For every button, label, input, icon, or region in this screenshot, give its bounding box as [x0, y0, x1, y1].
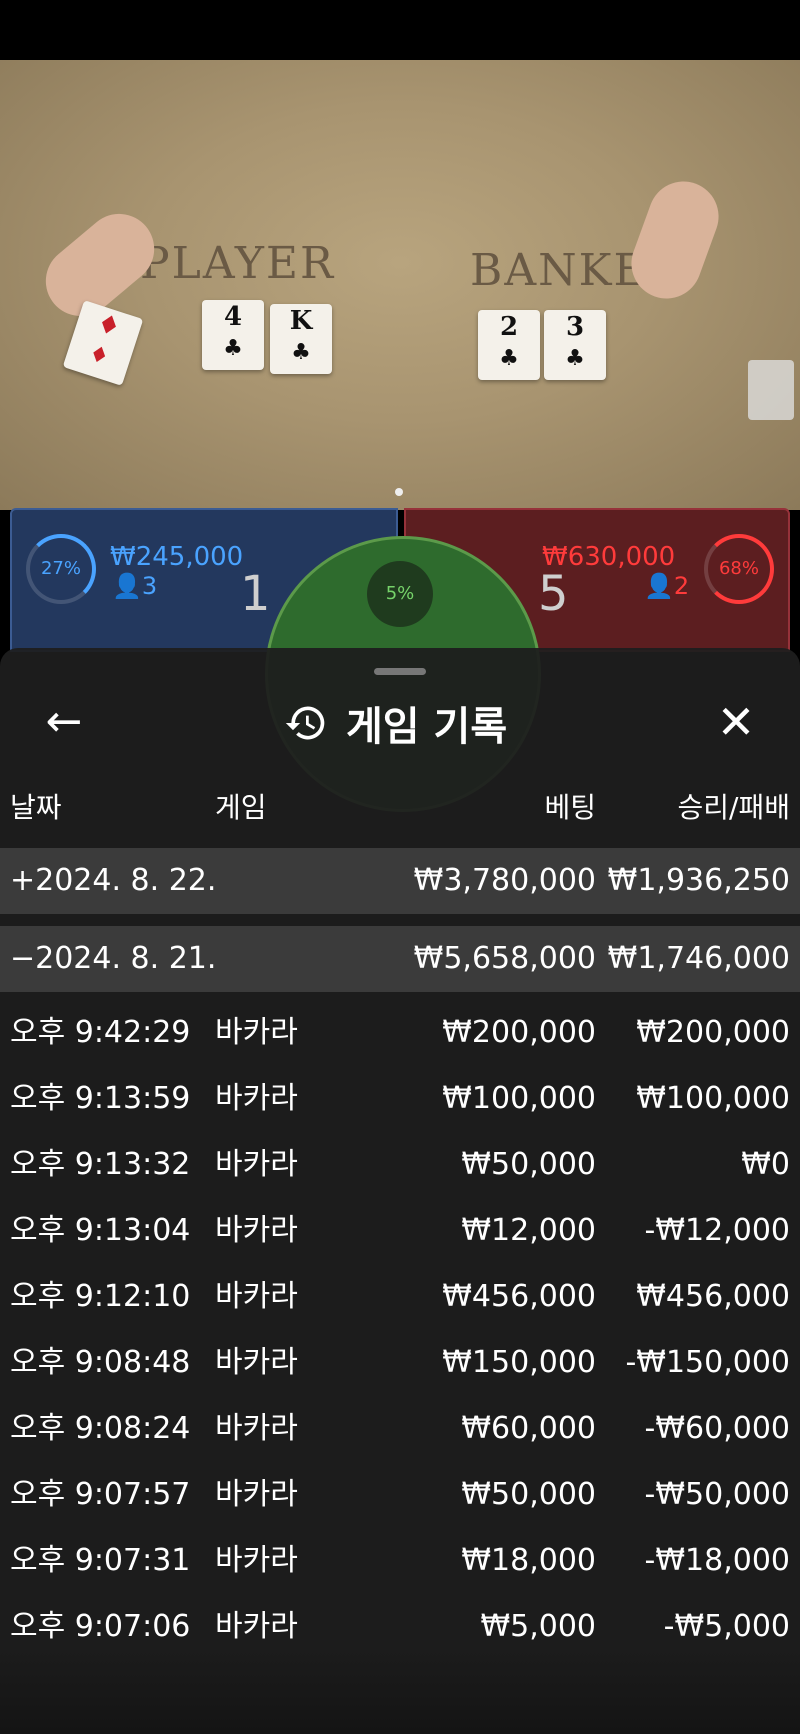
row-result: ₩0	[741, 1147, 790, 1182]
row-bet: ₩50,000	[461, 1147, 596, 1182]
row-result: ₩200,000	[636, 1015, 790, 1050]
banker-bettor-count: 👤2	[644, 572, 690, 600]
game-history-sheet: ← 게임 기록 ✕ 날짜 게임 베팅 승리/패배 +2024. 8. 22. ₩…	[0, 648, 800, 1734]
row-time: 오후 9:07:57	[10, 1477, 191, 1512]
header-date: 날짜	[10, 791, 62, 824]
banker-card-1: 2 ♣	[478, 310, 540, 380]
row-result: -₩60,000	[644, 1411, 790, 1446]
arrow-left-icon: ←	[45, 696, 83, 747]
table-row[interactable]: 오후 9:07:57 바카라 ₩50,000 -₩50,000	[0, 1462, 800, 1528]
table-row[interactable]: 오후 9:12:10 바카라 ₩456,000 ₩456,000	[0, 1264, 800, 1330]
row-bet: ₩150,000	[442, 1345, 596, 1380]
row-game: 바카라	[215, 1477, 298, 1512]
row-result: ₩100,000	[636, 1081, 790, 1116]
close-icon: ✕	[716, 695, 756, 749]
history-title-wrap: 게임 기록	[284, 696, 507, 750]
row-game: 바카라	[215, 1543, 298, 1578]
status-bar	[0, 0, 800, 60]
player-percent: 27%	[40, 558, 81, 579]
row-bet: ₩18,000	[461, 1543, 596, 1578]
row-time: 오후 9:13:59	[10, 1081, 191, 1116]
player-felt-label: PLAYER	[140, 238, 336, 289]
row-bet: ₩60,000	[461, 1411, 596, 1446]
banker-percent: 68%	[718, 558, 759, 579]
row-game: 바카라	[215, 1345, 298, 1380]
row-game: 바카라	[215, 1147, 298, 1182]
row-result: -₩12,000	[644, 1213, 790, 1248]
row-bet: ₩100,000	[442, 1081, 596, 1116]
banker-card-2: 3 ♣	[544, 310, 606, 380]
row-game: 바카라	[215, 1411, 298, 1446]
row-bet: ₩200,000	[442, 1015, 596, 1050]
header-game: 게임	[215, 791, 267, 824]
drag-handle[interactable]	[374, 668, 426, 675]
row-result: -₩150,000	[625, 1345, 790, 1380]
row-game: 바카라	[215, 1015, 298, 1050]
row-bet: ₩456,000	[442, 1279, 596, 1314]
group-result: ₩1,936,250	[607, 863, 790, 898]
row-game: 바카라	[215, 1213, 298, 1248]
group-date: −2024. 8. 21.	[10, 941, 217, 976]
player-card-2: K ♣	[270, 304, 332, 374]
row-result: -₩50,000	[644, 1477, 790, 1512]
group-date: +2024. 8. 22.	[10, 863, 217, 898]
group-bet: ₩3,780,000	[413, 863, 596, 898]
live-video-feed: PLAYER BANKER ♦ ♦ 4 ♣ K ♣ 2 ♣ 3 ♣	[0, 60, 800, 510]
table-row[interactable]: 오후 9:13:04 바카라 ₩12,000 -₩12,000	[0, 1198, 800, 1264]
video-center-dot	[395, 488, 403, 496]
row-time: 오후 9:42:29	[10, 1015, 191, 1050]
back-button[interactable]: ←	[40, 698, 88, 746]
row-game: 바카라	[215, 1081, 298, 1116]
table-header: 날짜 게임 베팅 승리/패배	[0, 786, 800, 828]
person-icon: 👤	[112, 572, 142, 600]
table-row[interactable]: 오후 9:42:29 바카라 ₩200,000 ₩200,000	[0, 1000, 800, 1066]
header-result: 승리/패배	[677, 791, 790, 824]
tie-percent: 5%	[367, 561, 433, 627]
card-shoe	[748, 360, 794, 420]
row-time: 오후 9:08:24	[10, 1411, 191, 1446]
row-result: ₩456,000	[636, 1279, 790, 1314]
player-card-1: 4 ♣	[202, 300, 264, 370]
close-button[interactable]: ✕	[712, 698, 760, 746]
row-time: 오후 9:13:04	[10, 1213, 191, 1248]
player-score: 1	[240, 566, 271, 622]
banker-percent-ring: 68%	[704, 534, 774, 604]
header-bet: 베팅	[544, 791, 596, 824]
table-row[interactable]: 오후 9:08:48 바카라 ₩150,000 -₩150,000	[0, 1330, 800, 1396]
history-icon	[285, 706, 325, 740]
player-percent-ring: 27%	[26, 534, 96, 604]
row-game: 바카라	[215, 1279, 298, 1314]
group-result: ₩1,746,000	[607, 941, 790, 976]
row-time: 오후 9:07:31	[10, 1543, 191, 1578]
table-row[interactable]: 오후 9:13:32 바카라 ₩50,000 ₩0	[0, 1132, 800, 1198]
list-fade-overlay	[0, 1648, 800, 1734]
player-bet-amount: ₩245,000	[110, 542, 244, 572]
person-icon: 👤	[644, 572, 674, 600]
player-bettor-count: 👤3	[112, 572, 158, 600]
table-row[interactable]: 오후 9:07:31 바카라 ₩18,000 -₩18,000	[0, 1528, 800, 1594]
banker-score: 5	[538, 566, 569, 622]
table-row[interactable]: 오후 9:13:59 바카라 ₩100,000 ₩100,000	[0, 1066, 800, 1132]
row-result: -₩18,000	[644, 1543, 790, 1578]
date-group-row[interactable]: +2024. 8. 22. ₩3,780,000 ₩1,936,250	[0, 848, 800, 914]
row-time: 오후 9:08:48	[10, 1345, 191, 1380]
group-bet: ₩5,658,000	[413, 941, 596, 976]
row-time: 오후 9:13:32	[10, 1147, 191, 1182]
date-group-row[interactable]: −2024. 8. 21. ₩5,658,000 ₩1,746,000	[0, 926, 800, 992]
row-bet: ₩50,000	[461, 1477, 596, 1512]
row-bet: ₩12,000	[461, 1213, 596, 1248]
table-row[interactable]: 오후 9:08:24 바카라 ₩60,000 -₩60,000	[0, 1396, 800, 1462]
row-time: 오후 9:12:10	[10, 1279, 191, 1314]
history-title: 게임 기록	[346, 704, 508, 750]
